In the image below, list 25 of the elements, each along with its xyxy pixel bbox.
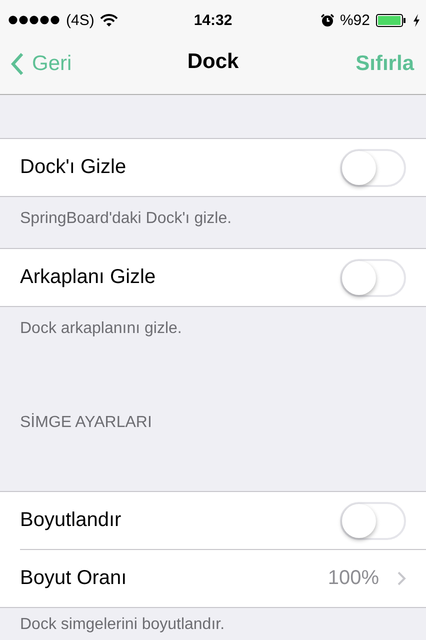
section-header: SİMGE AYARLARI [19, 412, 153, 433]
toggle-switch[interactable] [340, 148, 406, 186]
alarm-clock-icon [320, 14, 334, 26]
setting-label: Boyutlandır [20, 509, 122, 532]
setting-label: Arkaplanı Gizle [20, 266, 157, 289]
page-title: Dock [187, 50, 239, 74]
setting-value: 100% [328, 567, 379, 590]
chevron-right-icon[interactable] [397, 571, 406, 586]
wifi-icon [100, 14, 118, 26]
battery-icon [376, 14, 407, 26]
signal-icon [8, 15, 60, 25]
toggle-switch[interactable] [340, 502, 406, 540]
setting-label: Boyut Oranı [20, 567, 128, 590]
chevron-left-icon [10, 52, 24, 76]
section-footer: Dock arkaplanını gizle. [0, 307, 426, 358]
reset-button[interactable]: Sıfırla [356, 52, 414, 76]
back-button[interactable]: Geri [10, 52, 72, 76]
battery-percent: %92 [340, 12, 370, 28]
section-footer: Dock simgelerini boyutlandır. [0, 608, 426, 634]
status-time: 14:32 [194, 12, 232, 28]
carrier-label: (4S) [66, 12, 94, 28]
setting-label: Dock'ı Gizle [20, 156, 128, 179]
section-footer: SpringBoard'daki Dock'ı gizle. [0, 197, 426, 248]
toggle-switch[interactable] [340, 258, 406, 296]
charging-bolt-icon [413, 14, 420, 26]
